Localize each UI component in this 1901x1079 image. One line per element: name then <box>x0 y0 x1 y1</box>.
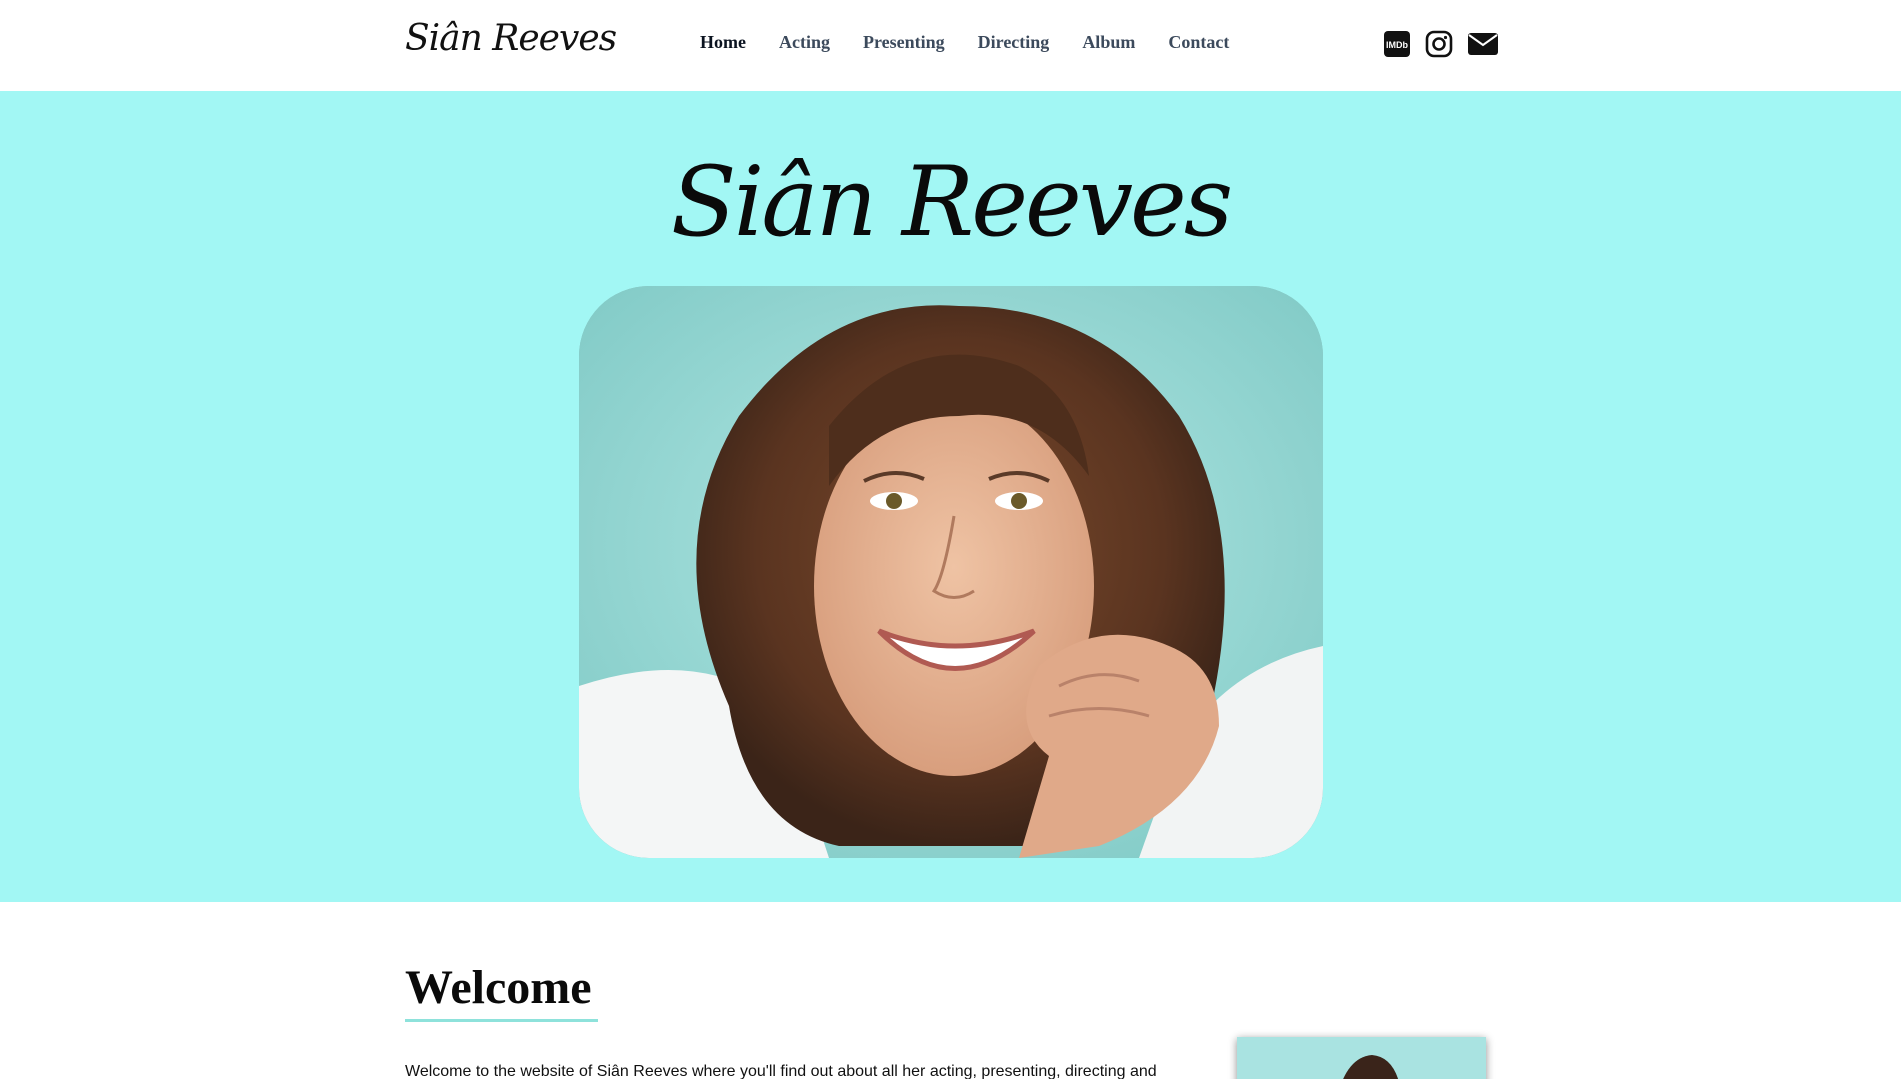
nav-album[interactable]: Album <box>1082 32 1135 53</box>
portrait-photo <box>579 286 1323 858</box>
hero-section: Siân Reeves <box>0 91 1901 902</box>
site-logo[interactable]: Siân Reeves <box>405 18 617 59</box>
envelope-icon[interactable] <box>1467 31 1499 57</box>
main-nav: Home Acting Presenting Directing Album C… <box>700 32 1262 53</box>
welcome-text: Welcome to the website of Siân Reeves wh… <box>405 1063 1157 1079</box>
welcome-heading-block: Welcome <box>405 960 598 1022</box>
nav-presenting[interactable]: Presenting <box>863 32 945 53</box>
social-links: IMDb <box>1383 30 1499 58</box>
nav-acting[interactable]: Acting <box>779 32 830 53</box>
welcome-underline <box>405 1019 598 1022</box>
secondary-photo <box>1237 1037 1486 1079</box>
nav-contact[interactable]: Contact <box>1168 32 1229 53</box>
welcome-title: Welcome <box>405 961 592 1014</box>
nav-home[interactable]: Home <box>700 32 746 53</box>
imdb-icon[interactable]: IMDb <box>1383 30 1411 58</box>
nav-directing[interactable]: Directing <box>978 32 1050 53</box>
instagram-icon[interactable] <box>1425 30 1453 58</box>
imdb-icon-label: IMDb <box>1386 40 1408 50</box>
hero-title: Siân Reeves <box>670 146 1233 258</box>
site-header: Siân Reeves Home Acting Presenting Direc… <box>0 0 1901 91</box>
